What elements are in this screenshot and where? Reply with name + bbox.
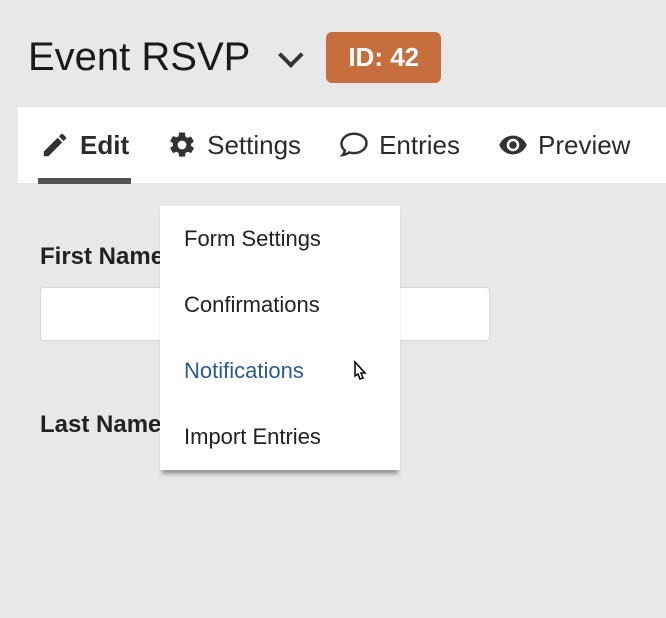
gears-icon (167, 130, 197, 160)
tab-preview-label: Preview (538, 130, 630, 161)
dropdown-item-import-entries[interactable]: Import Entries (160, 404, 400, 470)
page-header: Event RSVP ID: 42 (0, 0, 666, 107)
dropdown-item-label: Import Entries (184, 424, 321, 449)
tab-settings[interactable]: Settings (165, 107, 303, 183)
dropdown-item-notifications[interactable]: Notifications (160, 338, 400, 404)
tab-entries[interactable]: Entries (337, 107, 462, 183)
tab-settings-label: Settings (207, 130, 301, 161)
tab-edit-label: Edit (80, 130, 129, 161)
edit-icon (40, 130, 70, 160)
dropdown-item-confirmations[interactable]: Confirmations (160, 272, 400, 338)
pointer-cursor-icon (348, 360, 372, 388)
eye-icon (498, 130, 528, 160)
dropdown-item-label: Confirmations (184, 292, 320, 317)
dropdown-item-label: Form Settings (184, 226, 321, 251)
chevron-down-icon (278, 42, 303, 67)
form-switcher-button[interactable] (270, 40, 306, 76)
form-toolbar: Edit Settings Entries Preview (18, 107, 666, 183)
form-id-badge: ID: 42 (326, 32, 441, 83)
settings-dropdown: Form Settings Confirmations Notification… (160, 206, 400, 470)
speech-bubble-icon (339, 130, 369, 160)
dropdown-item-label: Notifications (184, 358, 304, 383)
tab-entries-label: Entries (379, 130, 460, 161)
form-title: Event RSVP (28, 35, 250, 80)
dropdown-item-form-settings[interactable]: Form Settings (160, 206, 400, 272)
tab-preview[interactable]: Preview (496, 107, 632, 183)
tab-edit[interactable]: Edit (38, 107, 131, 183)
